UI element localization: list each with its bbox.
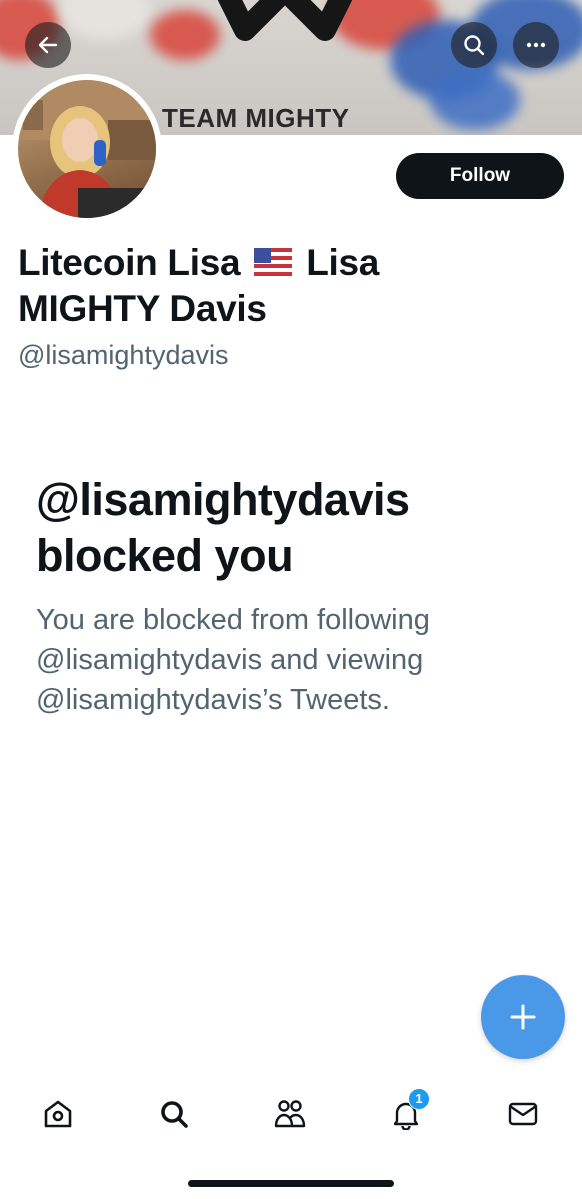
profile-handle: @lisamightydavis xyxy=(18,340,229,370)
blocked-title-text: blocked you xyxy=(36,530,294,581)
plus-icon xyxy=(510,1004,536,1030)
search-button[interactable] xyxy=(451,22,497,68)
tab-home[interactable] xyxy=(34,1090,82,1138)
notification-badge: 1 xyxy=(408,1088,430,1110)
back-button[interactable] xyxy=(25,22,71,68)
tab-explore[interactable] xyxy=(150,1090,198,1138)
more-button[interactable] xyxy=(513,22,559,68)
search-icon xyxy=(464,35,485,56)
home-icon xyxy=(44,1100,72,1128)
search-icon xyxy=(161,1101,188,1128)
display-name-part1: Litecoin Lisa xyxy=(18,242,241,283)
us-flag-icon xyxy=(254,248,293,277)
tab-communities[interactable] xyxy=(266,1090,314,1138)
home-indicator[interactable] xyxy=(188,1180,394,1187)
communities-icon xyxy=(274,1100,306,1128)
avatar-image xyxy=(18,80,156,218)
banner-logo xyxy=(217,0,353,41)
tab-notifications[interactable]: 1 xyxy=(382,1088,430,1138)
blocked-title: @lisamightydavis blocked you xyxy=(36,472,536,584)
messages-icon xyxy=(508,1102,538,1126)
compose-tweet-button[interactable] xyxy=(481,975,565,1059)
follow-button[interactable]: Follow xyxy=(396,153,564,199)
tab-messages[interactable] xyxy=(499,1090,547,1138)
banner-text: TEAM MIGHTY xyxy=(162,103,350,133)
arrow-left-icon xyxy=(38,36,58,54)
more-horizontal-icon xyxy=(526,42,546,48)
blocked-description: You are blocked from following @lisamigh… xyxy=(36,604,430,716)
profile-display-name: Litecoin Lisa Lisa MIGHTY Davis xyxy=(18,240,498,332)
bottom-tab-bar: 1 xyxy=(0,1080,582,1144)
blocked-title-handle: @lisamightydavis xyxy=(36,474,410,525)
avatar[interactable] xyxy=(12,74,162,224)
